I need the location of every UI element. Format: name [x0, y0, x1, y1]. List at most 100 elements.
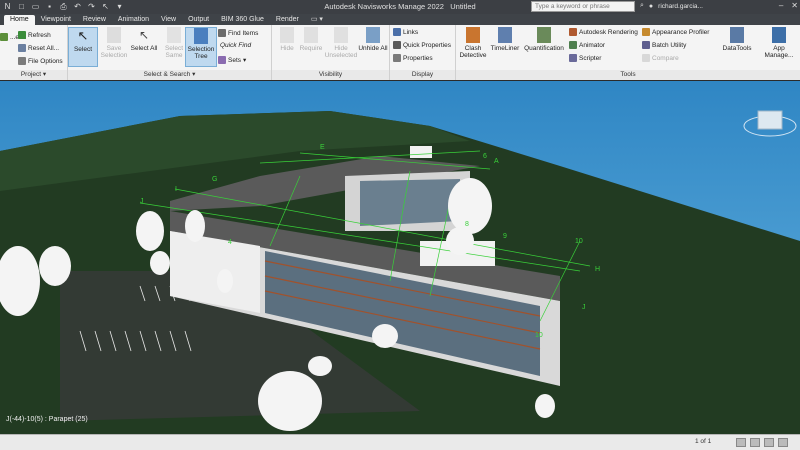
batch-utility-icon	[642, 41, 650, 49]
tools-panel-label: Tools	[456, 70, 800, 80]
tab-animation[interactable]: Animation	[112, 15, 155, 25]
links-icon	[393, 28, 401, 36]
grid-label-h: H	[595, 266, 600, 273]
tab-review[interactable]: Review	[77, 15, 112, 25]
search-icon[interactable]: ⌕	[640, 2, 644, 10]
refresh-button[interactable]: Refresh	[18, 31, 51, 39]
select-all-icon: ↖	[138, 28, 150, 42]
status-memory-icon[interactable]	[764, 438, 774, 447]
tab-viewpoint[interactable]: Viewpoint	[35, 15, 77, 25]
clash-detective-icon	[466, 27, 480, 43]
tab-output[interactable]: Output	[182, 15, 215, 25]
title-bar: N □ ▭ ▪ ⎙ ↶ ↷ ↖ ▾ Autodesk Navisworks Ma…	[0, 0, 800, 14]
grid-label-j2: J	[582, 304, 586, 311]
minimize-icon[interactable]: –	[779, 1, 783, 10]
sets-button[interactable]: Sets ▾	[218, 56, 246, 64]
status-grid-icon[interactable]	[736, 438, 746, 447]
quantification-button[interactable]: Quantification	[524, 27, 564, 52]
app-manager-icon	[772, 27, 786, 43]
animator-icon	[569, 41, 577, 49]
autodesk-rendering-button[interactable]: Autodesk Rendering	[569, 28, 638, 36]
animator-button[interactable]: Animator	[569, 41, 605, 49]
datatools-button[interactable]: DataTools	[720, 27, 754, 52]
status-bar: 1 of 1	[0, 434, 800, 450]
grid-label-4: 4	[228, 239, 232, 246]
grid-label-g: G	[212, 176, 217, 183]
grid-label-8: 8	[465, 221, 469, 228]
file-options-icon	[18, 57, 26, 65]
tab-render[interactable]: Render	[270, 15, 305, 25]
clash-detective-button[interactable]: Clash Detective	[458, 27, 488, 59]
scene-render: 4 6 8 9 10 10 A E G H I J J	[0, 81, 800, 434]
visibility-panel-label: Visibility	[272, 70, 389, 80]
search-input[interactable]: Type a keyword or phrase	[531, 1, 635, 12]
properties-icon	[393, 54, 401, 62]
tab-bim360[interactable]: BIM 360 Glue	[215, 15, 270, 25]
grid-label-9: 9	[503, 233, 507, 240]
user-name[interactable]: richard.garcia...	[658, 3, 703, 10]
select-all-button[interactable]: ↖ Select All	[129, 27, 159, 52]
file-options-button[interactable]: File Options	[18, 57, 63, 65]
ribbon: ...end Refresh Reset All... File Options…	[0, 25, 800, 80]
timeliner-icon	[498, 27, 512, 43]
close-icon[interactable]: ✕	[791, 1, 798, 10]
find-items-icon	[218, 29, 226, 37]
compare-icon	[642, 54, 650, 62]
sets-icon	[218, 56, 226, 64]
refresh-icon	[18, 31, 26, 39]
append-icon	[0, 33, 8, 41]
scripter-icon	[569, 54, 577, 62]
select-search-panel: ↖ Select Save Selection ↖ Select All Selec…	[68, 25, 272, 80]
grid-label-j: J	[140, 198, 144, 205]
select-same-icon	[167, 27, 181, 43]
compare-button[interactable]: Compare	[642, 54, 679, 62]
selection-tree-button[interactable]: Selection Tree	[185, 27, 217, 67]
reset-icon	[18, 44, 26, 52]
status-disk-icon[interactable]	[778, 438, 788, 447]
require-button[interactable]: Require	[296, 27, 326, 52]
tab-home[interactable]: Home	[4, 15, 35, 25]
unhide-all-icon	[366, 27, 380, 43]
grid-label-e: E	[320, 144, 325, 151]
appearance-profiler-button[interactable]: Appearance Profiler	[642, 28, 709, 36]
unhide-all-button[interactable]: Unhide All	[358, 27, 388, 52]
reset-all-button[interactable]: Reset All...	[18, 44, 59, 52]
app-manager-button[interactable]: App Manage...	[758, 27, 800, 59]
timeliner-button[interactable]: TimeLiner	[490, 27, 520, 52]
quick-properties-button[interactable]: Quick Properties	[393, 41, 451, 49]
grid-label-10: 10	[575, 238, 583, 245]
grid-label-6: 6	[483, 153, 487, 160]
3d-viewport[interactable]: 4 6 8 9 10 10 A E G H I J J J(-44)-10(5)…	[0, 81, 800, 434]
status-selection-text: J(-44)-10(5) : Parapet (25)	[6, 416, 88, 423]
grid-label-a: A	[494, 158, 499, 165]
links-button[interactable]: Links	[393, 28, 418, 36]
save-selection-button[interactable]: Save Selection	[99, 27, 129, 59]
select-search-panel-label[interactable]: Select & Search ▾	[68, 70, 271, 80]
scripter-button[interactable]: Scripter	[569, 54, 601, 62]
status-performance-icon[interactable]	[750, 438, 760, 447]
display-panel-label: Display	[390, 70, 455, 80]
batch-utility-button[interactable]: Batch Utility	[642, 41, 686, 49]
user-icon: ●	[648, 2, 654, 10]
rendering-icon	[569, 28, 577, 36]
require-icon	[304, 27, 318, 43]
select-cursor-big-icon: ↖	[77, 28, 89, 43]
properties-button[interactable]: Properties	[393, 54, 433, 62]
project-panel-label[interactable]: Project ▾	[0, 70, 67, 80]
display-panel: Links Quick Properties Properties Displa…	[390, 25, 456, 80]
quick-find-label: Quick Find	[220, 42, 252, 49]
tab-view[interactable]: View	[155, 15, 182, 25]
selection-tree-icon	[194, 28, 208, 44]
select-button[interactable]: ↖ Select	[68, 27, 98, 67]
hide-icon	[280, 27, 294, 43]
courtyard-glazing	[360, 179, 460, 226]
grid-label-i: I	[175, 186, 177, 193]
find-items-button[interactable]: Find Items	[218, 29, 258, 37]
quick-properties-icon	[393, 41, 401, 49]
tools-panel: Clash Detective TimeLiner Quantification…	[456, 25, 800, 80]
ribbon-tabs: Home Viewpoint Review Animation View Out…	[0, 14, 800, 25]
visibility-panel: Hide Require Hide Unselected Unhide All …	[272, 25, 390, 80]
hide-unselected-button[interactable]: Hide Unselected	[324, 27, 358, 59]
ribbon-options-icon[interactable]: ▭ ▾	[305, 15, 329, 25]
project-panel: ...end Refresh Reset All... File Options…	[0, 25, 68, 80]
